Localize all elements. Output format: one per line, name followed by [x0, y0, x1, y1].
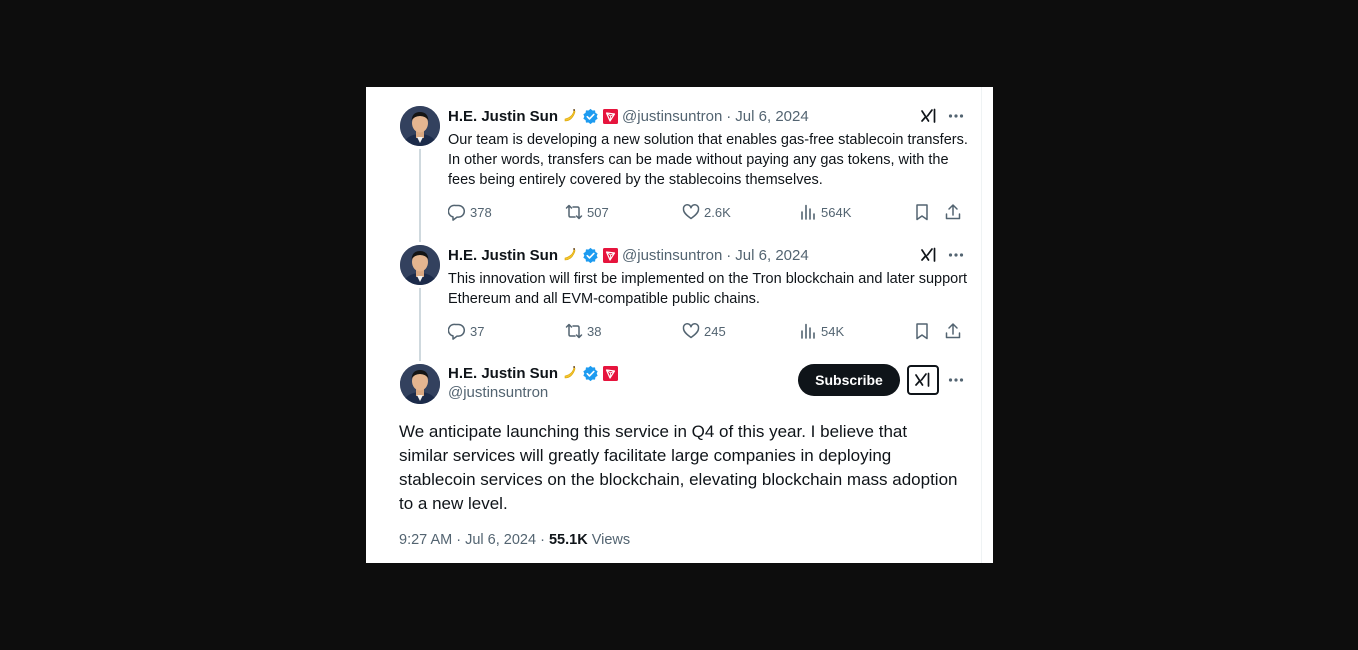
subscribe-button[interactable]: Subscribe	[798, 364, 900, 396]
share-button[interactable]	[944, 322, 962, 340]
views-button[interactable]: 564K	[799, 203, 913, 221]
repost-button[interactable]: 38	[565, 322, 682, 340]
tweet-header: H.E. Justin Sun @justinsuntron · Jul 6, …	[448, 245, 809, 265]
grok-icon[interactable]	[919, 245, 939, 265]
share-icon	[945, 323, 961, 339]
avatar[interactable]	[400, 106, 440, 146]
repost-count: 38	[587, 323, 602, 339]
separator-dot: ·	[540, 532, 545, 548]
reply-count: 37	[470, 323, 485, 339]
tron-affiliate-badge-icon[interactable]	[603, 247, 619, 263]
bookmark-button[interactable]	[913, 203, 944, 221]
card-divider	[981, 87, 982, 563]
bookmark-icon	[916, 204, 928, 221]
author-name[interactable]: H.E. Justin Sun	[448, 247, 558, 264]
verified-badge-icon[interactable]	[582, 365, 599, 382]
more-icon[interactable]	[946, 245, 966, 265]
banana-emoji-icon	[562, 108, 578, 124]
like-icon	[682, 323, 700, 339]
views-label: Views	[591, 532, 631, 548]
verified-badge-icon[interactable]	[582, 247, 599, 264]
thread-line	[419, 149, 421, 242]
like-button[interactable]: 245	[682, 322, 799, 340]
repost-icon	[565, 204, 583, 220]
author-name[interactable]: H.E. Justin Sun	[448, 108, 558, 125]
tweet-text: Our team is developing a new solution th…	[448, 132, 968, 188]
author-handle[interactable]: @justinsuntron	[622, 247, 722, 264]
views-button[interactable]: 54K	[799, 322, 913, 340]
tweet-date[interactable]: Jul 6, 2024	[735, 247, 808, 264]
verified-badge-icon[interactable]	[582, 108, 599, 125]
grok-icon[interactable]	[907, 365, 939, 395]
banana-emoji-icon	[562, 365, 578, 381]
reply-icon	[448, 323, 466, 340]
author-handle[interactable]: @justinsuntron	[448, 384, 548, 401]
main-tweet-header: H.E. Justin Sun	[448, 363, 619, 383]
tweet-date[interactable]: Jul 6, 2024	[465, 532, 536, 548]
thread-line	[419, 288, 421, 361]
share-icon	[945, 204, 961, 220]
views-icon	[801, 204, 815, 220]
like-count: 2.6K	[704, 204, 731, 220]
share-button[interactable]	[944, 203, 962, 221]
tron-affiliate-badge-icon[interactable]	[603, 108, 619, 124]
like-count: 245	[704, 323, 726, 339]
tweet-meta: 9:27 AM · Jul 6, 2024 · 55.1K Views	[399, 532, 630, 548]
reply-icon	[448, 204, 466, 221]
banana-emoji-icon	[562, 247, 578, 263]
author-handle[interactable]: @justinsuntron	[622, 108, 722, 125]
bookmark-button[interactable]	[913, 322, 944, 340]
views-count: 564K	[821, 204, 852, 220]
repost-count: 507	[587, 204, 609, 220]
more-icon[interactable]	[946, 106, 966, 126]
tron-affiliate-badge-icon[interactable]	[603, 365, 619, 381]
avatar[interactable]	[400, 245, 440, 285]
reply-count: 378	[470, 204, 492, 220]
like-icon	[682, 204, 700, 220]
tweet-header: H.E. Justin Sun @justinsuntron · Jul 6, …	[448, 106, 809, 126]
tweet-actions: 37 38 245 54K	[448, 321, 968, 341]
separator-dot: ·	[456, 532, 462, 548]
tweet-thread-card: H.E. Justin Sun @justinsuntron · Jul 6, …	[366, 87, 993, 563]
separator-dot: ·	[726, 107, 732, 125]
main-tweet-text: We anticipate launching this service in …	[399, 422, 958, 513]
grok-icon[interactable]	[919, 106, 939, 126]
repost-icon	[565, 323, 583, 339]
author-name[interactable]: H.E. Justin Sun	[448, 365, 558, 382]
views-count: 54K	[821, 323, 845, 339]
tweet-actions: 378 507 2.6K 564K	[448, 202, 968, 222]
avatar[interactable]	[400, 364, 440, 404]
repost-button[interactable]: 507	[565, 203, 682, 221]
like-button[interactable]: 2.6K	[682, 203, 799, 221]
reply-button[interactable]: 378	[448, 203, 565, 221]
views-count[interactable]: 55.1K	[549, 532, 588, 548]
bookmark-icon	[916, 323, 928, 340]
tweet-time[interactable]: 9:27 AM	[399, 532, 452, 548]
views-icon	[801, 323, 815, 339]
more-icon[interactable]	[946, 370, 966, 390]
tweet-date[interactable]: Jul 6, 2024	[735, 108, 808, 125]
reply-button[interactable]: 37	[448, 322, 565, 340]
separator-dot: ·	[726, 246, 732, 264]
tweet-text: This innovation will first be implemente…	[448, 271, 968, 307]
